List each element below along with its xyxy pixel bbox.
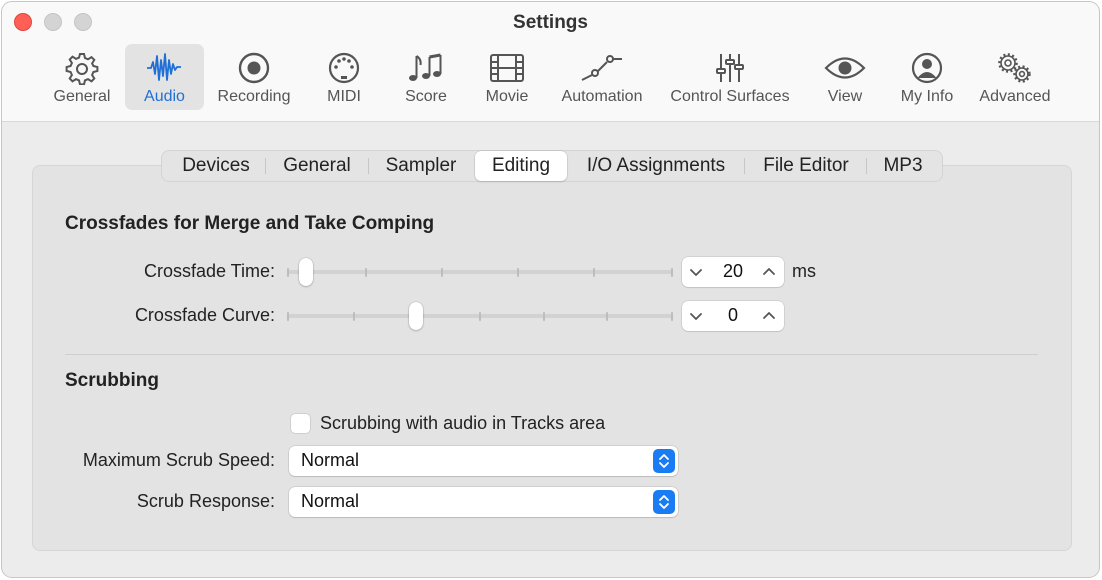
crossfade-curve-value[interactable]: 0 <box>706 305 760 326</box>
chevron-up-icon[interactable] <box>760 263 778 281</box>
slider-tick <box>287 311 289 321</box>
toolbar-item-recording[interactable]: Recording <box>210 44 298 110</box>
tab-general[interactable]: General <box>270 151 364 181</box>
slider-tick <box>517 267 519 277</box>
crossfades-heading: Crossfades for Merge and Take Comping <box>65 213 435 234</box>
slider-tick <box>441 267 443 277</box>
faders-icon <box>706 49 754 87</box>
scrubbing-audio-checkbox-label[interactable]: Scrubbing with audio in Tracks area <box>320 413 605 434</box>
window-title: Settings <box>513 12 588 33</box>
tab-sampler[interactable]: Sampler <box>372 151 470 181</box>
max-scrub-speed-label: Maximum Scrub Speed: <box>82 450 275 470</box>
slider-tick <box>353 311 355 321</box>
tab-io-assignments[interactable]: I/O Assignments <box>572 151 740 181</box>
chevron-down-icon[interactable] <box>687 263 705 281</box>
tab-devices[interactable]: Devices <box>170 151 262 181</box>
toolbar-item-advanced[interactable]: Advanced <box>973 44 1057 110</box>
eye-icon <box>821 49 869 87</box>
toolbar-item-audio[interactable]: Audio <box>125 44 204 110</box>
slider-tick <box>671 311 673 321</box>
tab-divider <box>368 158 369 174</box>
toolbar-item-midi[interactable]: MIDI <box>315 44 373 110</box>
toolbar-item-label: Recording <box>217 88 291 105</box>
slider-tick <box>479 311 481 321</box>
record-icon <box>230 49 278 87</box>
crossfade-curve-label: Crossfade Curve: <box>134 305 275 325</box>
slider-tick <box>287 267 289 277</box>
toolbar-item-label: Control Surfaces <box>670 88 790 105</box>
up-down-chevron-icon[interactable] <box>653 449 675 473</box>
slider-tick <box>593 267 595 277</box>
toolbar-item-my-info[interactable]: My Info <box>893 44 961 110</box>
toolbar-item-view[interactable]: View <box>815 44 875 110</box>
scrubbing-heading: Scrubbing <box>65 370 159 391</box>
scrub-response-value: Normal <box>301 491 360 511</box>
slider-thumb[interactable] <box>299 258 314 286</box>
tab-divider <box>866 158 867 174</box>
gears-icon <box>991 49 1039 87</box>
crossfade-time-value[interactable]: 20 <box>706 261 760 282</box>
scrub-response-popup[interactable]: Normal <box>289 487 678 517</box>
settings-window: Settings General Audio Recording MIDI Sc… <box>1 1 1100 578</box>
toolbar-item-label: MIDI <box>327 88 361 105</box>
slider-tick <box>365 267 367 277</box>
toolbar-item-control-surfaces[interactable]: Control Surfaces <box>662 44 798 110</box>
toolbar-item-label: My Info <box>900 88 954 105</box>
max-scrub-speed-popup[interactable]: Normal <box>289 446 678 476</box>
automation-curve-icon <box>578 49 626 87</box>
toolbar-item-score[interactable]: Score <box>395 44 457 110</box>
crossfade-time-unit: ms <box>792 261 816 281</box>
chevron-up-icon[interactable] <box>760 307 778 325</box>
toolbar-item-movie[interactable]: Movie <box>476 44 538 110</box>
toolbar-item-general[interactable]: General <box>46 44 118 110</box>
max-scrub-speed-value: Normal <box>301 450 360 470</box>
gear-icon <box>58 49 106 87</box>
crossfade-curve-stepper[interactable]: 0 <box>682 301 784 331</box>
tab-editing[interactable]: Editing <box>475 151 567 181</box>
section-divider <box>65 354 1038 355</box>
up-down-chevron-icon[interactable] <box>653 490 675 514</box>
slider-tick <box>606 311 608 321</box>
slider-tick <box>543 311 545 321</box>
film-icon <box>483 49 531 87</box>
waveform-icon <box>141 49 189 87</box>
tab-file-editor[interactable]: File Editor <box>748 151 864 181</box>
toolbar-item-label: General <box>53 88 111 105</box>
person-icon <box>903 49 951 87</box>
toolbar-item-label: Movie <box>485 88 529 105</box>
toolbar-item-label: Score <box>405 88 447 105</box>
tab-divider <box>744 158 745 174</box>
chevron-down-icon[interactable] <box>687 307 705 325</box>
tab-mp3[interactable]: MP3 <box>868 151 938 181</box>
toolbar-item-label: View <box>827 88 863 105</box>
scrub-response-label: Scrub Response: <box>136 491 275 511</box>
slider-thumb[interactable] <box>409 302 424 330</box>
slider-tick <box>671 267 673 277</box>
title-bar: Settings General Audio Recording MIDI Sc… <box>2 2 1099 122</box>
crossfade-time-stepper[interactable]: 20 <box>682 257 784 287</box>
midi-connector-icon <box>320 49 368 87</box>
toolbar-item-label: Advanced <box>979 88 1051 105</box>
scrubbing-audio-checkbox[interactable] <box>291 414 310 433</box>
crossfade-time-label: Crossfade Time: <box>143 261 275 281</box>
toolbar-item-label: Automation <box>561 88 643 105</box>
toolbar-item-label: Audio <box>144 88 185 105</box>
toolbar-item-automation[interactable]: Automation <box>553 44 651 110</box>
tab-divider <box>265 158 266 174</box>
music-notes-icon <box>402 49 450 87</box>
